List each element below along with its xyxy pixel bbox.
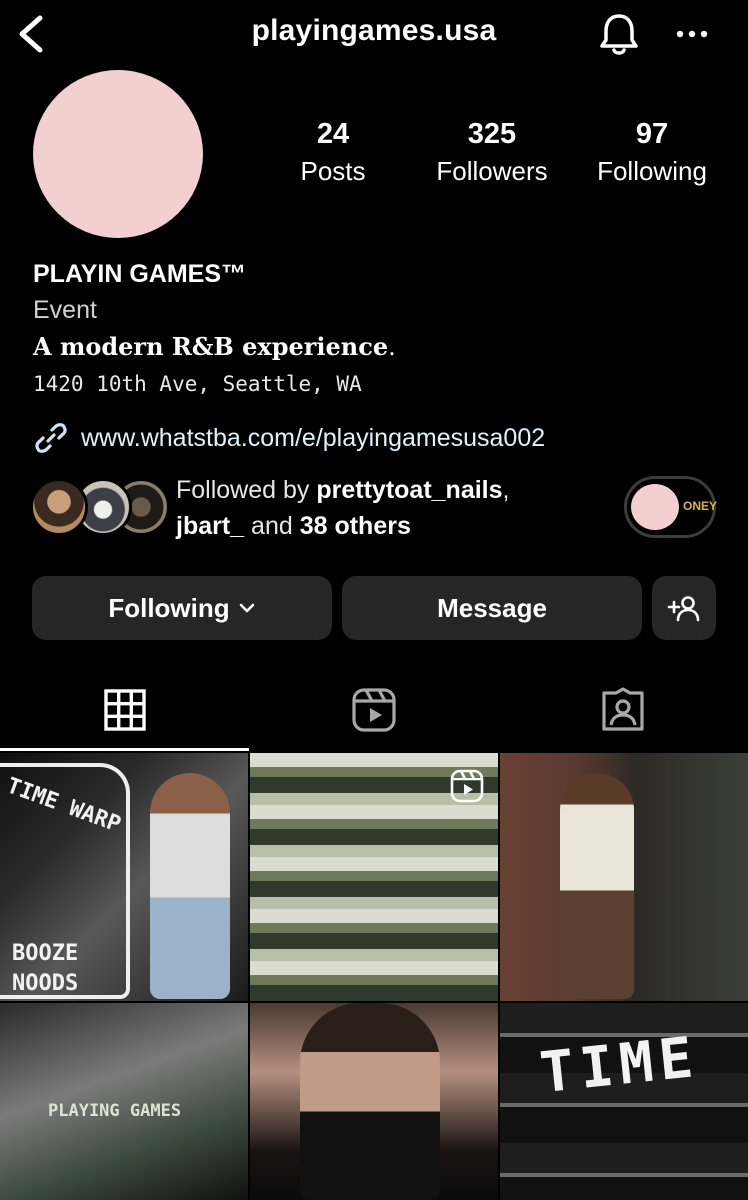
posts-label: Posts xyxy=(300,156,366,186)
profile-link[interactable]: www.whatstba.com/e/playingamesusa002 xyxy=(33,418,545,458)
post-thumbnail[interactable] xyxy=(500,753,748,1001)
posts-grid: TIME WARP BOOZE NOODS PLAYING GAMES TIME xyxy=(0,753,748,1200)
following-stat[interactable]: 97 Following xyxy=(577,116,727,190)
booze-text: BOOZE xyxy=(12,941,79,966)
profile-link-text[interactable]: www.whatstba.com/e/playingamesusa002 xyxy=(81,424,545,453)
post-thumbnail[interactable]: TIME xyxy=(500,1003,748,1200)
following-count: 97 xyxy=(635,118,669,150)
tagged-icon xyxy=(601,687,644,731)
avatar-toggle[interactable]: ONEY xyxy=(624,476,718,538)
tab-reels[interactable] xyxy=(249,668,498,752)
followers-stat[interactable]: 325 Followers xyxy=(417,116,567,190)
followed-by-and: and xyxy=(244,512,300,540)
reels-icon xyxy=(351,688,396,732)
post-thumbnail[interactable]: PLAYING GAMES xyxy=(0,1003,248,1200)
bio-tagline-period: . xyxy=(388,333,396,361)
person-figure xyxy=(150,773,230,999)
link-icon xyxy=(35,423,67,453)
tab-posts-grid[interactable] xyxy=(0,668,249,752)
noods-text: NOODS xyxy=(12,971,79,996)
profile-avatar[interactable] xyxy=(33,70,203,238)
mutual-followers-avatars[interactable] xyxy=(30,478,170,538)
post-thumbnail[interactable] xyxy=(250,753,498,1001)
person-figure xyxy=(560,773,634,999)
add-user-icon xyxy=(667,596,700,622)
grid-icon xyxy=(103,689,146,731)
active-tab-indicator xyxy=(0,748,249,751)
followed-by-text[interactable]: Followed by prettytoat_nails, jbart_ and… xyxy=(176,472,606,544)
post-time-text: TIME xyxy=(537,1024,702,1107)
message-button-label: Message xyxy=(437,592,547,623)
chevron-down-icon xyxy=(239,603,254,613)
post-thumbnail[interactable] xyxy=(250,1003,498,1200)
following-button-label: Following xyxy=(108,592,230,623)
bio-tagline: A modern R&B experience. xyxy=(33,328,723,366)
post-playing-text: PLAYING GAMES xyxy=(48,1101,182,1121)
toggle-label: ONEY xyxy=(683,499,718,513)
profile-bio: PLAYIN GAMES™ Event A modern R&B experie… xyxy=(33,256,723,402)
following-button[interactable]: Following xyxy=(32,576,332,640)
bell-icon[interactable] xyxy=(596,10,642,58)
mutual-user-1[interactable]: prettytoat_nails xyxy=(316,476,502,504)
profile-category: Event xyxy=(33,296,97,324)
post-sign-booze: BOOZE NOODS xyxy=(12,939,78,999)
toggle-knob xyxy=(631,484,679,530)
message-button[interactable]: Message xyxy=(342,576,642,640)
following-label: Following xyxy=(597,156,707,186)
post-thumbnail[interactable]: TIME WARP BOOZE NOODS xyxy=(0,753,248,1001)
followed-by-separator: , xyxy=(502,476,510,504)
mutual-user-2[interactable]: jbart_ xyxy=(176,512,244,540)
profile-tabs xyxy=(0,668,748,752)
posts-stat[interactable]: 24 Posts xyxy=(258,116,408,190)
mutual-others[interactable]: 38 others xyxy=(300,512,411,540)
add-user-button[interactable] xyxy=(652,576,716,640)
bio-address: 1420 10th Ave, Seattle, WA xyxy=(33,372,362,396)
followed-by-prefix: Followed by xyxy=(176,476,317,504)
followers-count: 325 xyxy=(467,118,517,150)
mutual-avatar xyxy=(30,478,88,536)
followers-label: Followers xyxy=(436,156,548,186)
more-options-icon[interactable] xyxy=(670,18,714,48)
reel-badge-icon xyxy=(450,769,484,803)
posts-count: 24 xyxy=(316,118,350,150)
tab-tagged[interactable] xyxy=(498,668,747,752)
display-name: PLAYIN GAMES™ xyxy=(33,260,247,288)
person-figure xyxy=(300,1003,440,1200)
top-bar: playingames.usa xyxy=(0,0,748,70)
bio-tagline-text: A modern R&B experience xyxy=(33,332,389,361)
